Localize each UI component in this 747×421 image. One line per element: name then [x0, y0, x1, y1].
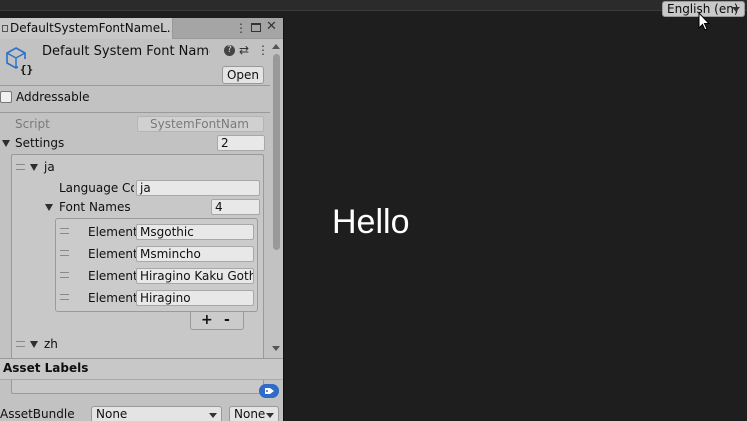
- add-element-button[interactable]: +: [201, 312, 213, 328]
- font-names-size-field[interactable]: 4: [211, 199, 260, 215]
- font-element-label: Element: [88, 291, 138, 305]
- scroll-up-icon[interactable]: [272, 44, 280, 49]
- svg-text:{}: {}: [20, 63, 33, 76]
- chevron-down-icon: [732, 7, 740, 12]
- chevron-down-icon: [266, 413, 274, 418]
- settings-size-field[interactable]: 2: [217, 135, 265, 151]
- ja-foldout-icon[interactable]: [30, 164, 38, 171]
- settings-foldout-icon[interactable]: [2, 140, 10, 147]
- asset-bundle-variant-value: None: [234, 407, 266, 421]
- asset-labels-header: Asset Labels: [0, 358, 283, 380]
- asset-bundle-dropdown[interactable]: None: [91, 406, 222, 421]
- asset-title: Default System Font Name l: [42, 44, 210, 59]
- panel-divider[interactable]: [283, 18, 284, 421]
- settings-label: Settings: [15, 136, 65, 150]
- inspector-tab[interactable]: DefaultSystemFontNameL...: [0, 18, 173, 39]
- script-label: Script: [15, 117, 50, 131]
- font-element-field[interactable]: Hiragino Kaku Gothi: [136, 268, 254, 284]
- drag-handle-icon[interactable]: [60, 228, 69, 234]
- drag-handle-icon[interactable]: [60, 294, 69, 300]
- font-element-field[interactable]: Hiragino: [136, 290, 254, 306]
- drag-handle-icon[interactable]: [60, 272, 69, 278]
- divider: [0, 85, 270, 86]
- inspector-scroll-thumb[interactable]: [273, 54, 280, 250]
- font-element-field[interactable]: Msmincho: [136, 246, 254, 262]
- drag-handle-icon[interactable]: [16, 341, 25, 347]
- script-field-value: SystemFontNam: [150, 117, 249, 131]
- drag-handle-icon[interactable]: [16, 164, 25, 170]
- kebab-menu-icon[interactable]: ⋮: [235, 21, 247, 35]
- script-asset-icon: {}: [6, 47, 35, 76]
- editor-top-strip: [0, 0, 747, 11]
- font-element-label: Element: [88, 269, 138, 283]
- remove-element-button[interactable]: -: [224, 312, 230, 328]
- asset-bundle-variant-dropdown[interactable]: None: [229, 406, 279, 421]
- font-names-label: Font Names: [59, 200, 131, 214]
- maximize-icon[interactable]: [251, 23, 261, 32]
- language-code-label: Language Co: [59, 181, 134, 195]
- asset-bundle-value: None: [96, 407, 128, 421]
- script-asset-icon: [2, 25, 8, 32]
- tag-icon[interactable]: [259, 384, 279, 398]
- zh-foldout-icon[interactable]: [30, 341, 38, 348]
- preset-icon[interactable]: ⇄: [239, 43, 249, 57]
- mouse-cursor-icon: [698, 12, 710, 31]
- scroll-down-icon[interactable]: [272, 346, 280, 351]
- inspector-tab-bar: DefaultSystemFontNameL... ⋮ ✕: [0, 18, 283, 39]
- element-zh-label: zh: [44, 337, 58, 351]
- divider: [0, 112, 270, 113]
- game-view-hello-text: Hello: [332, 203, 410, 241]
- language-code-field[interactable]: ja: [136, 180, 260, 196]
- inspector-tab-label: DefaultSystemFontNameL...: [10, 21, 173, 35]
- open-button[interactable]: Open: [222, 66, 264, 84]
- chevron-down-icon: [209, 413, 217, 418]
- asset-bundle-label: AssetBundle: [0, 407, 75, 421]
- help-icon[interactable]: ?: [224, 45, 235, 56]
- font-element-field[interactable]: Msgothic: [136, 224, 254, 240]
- kebab-menu-icon[interactable]: ⋮: [257, 43, 269, 57]
- addressable-label: Addressable: [16, 90, 90, 104]
- inspector-panel: DefaultSystemFontNameL... ⋮ ✕ {} Default…: [0, 18, 283, 421]
- drag-handle-icon[interactable]: [60, 250, 69, 256]
- element-ja-label: ja: [44, 160, 55, 174]
- close-icon[interactable]: ✕: [266, 19, 277, 34]
- font-element-label: Element: [88, 247, 138, 261]
- asset-labels-title: Asset Labels: [3, 361, 89, 375]
- font-element-label: Element: [88, 225, 138, 239]
- font-names-foldout-icon[interactable]: [45, 204, 53, 211]
- list-add-remove-footer: + -: [190, 312, 244, 330]
- script-field: SystemFontNam: [137, 116, 264, 132]
- addressable-checkbox[interactable]: [0, 91, 12, 103]
